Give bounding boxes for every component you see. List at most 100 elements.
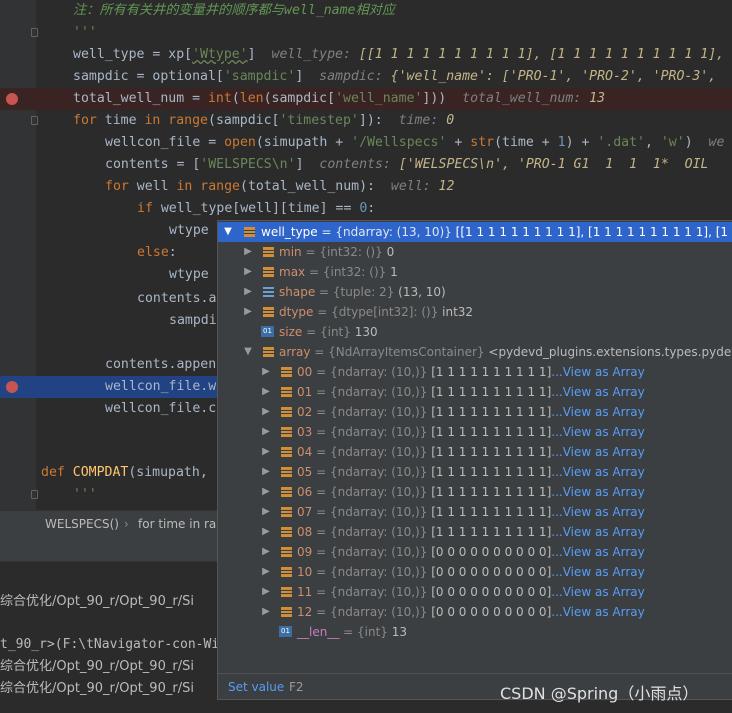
fold-icon[interactable] (31, 490, 38, 499)
array-item-row[interactable]: ▶ 04 = {ndarray: (10,)} [1 1 1 1 1 1 1 1 … (218, 442, 732, 462)
view-as-array-link[interactable]: ...View as Array (551, 485, 644, 499)
expand-arrow-icon[interactable]: ▶ (260, 362, 272, 382)
code-line-10[interactable]: if well_type[well][time] == 0: (0, 198, 732, 220)
view-as-array-link[interactable]: ...View as Array (551, 425, 644, 439)
array-icon (281, 387, 292, 397)
code-line-5[interactable]: total_well_num = int(len(sampdic['well_n… (0, 88, 732, 110)
console-line: 综合优化/Opt_90_r/Opt_90_r/Si (0, 594, 194, 609)
array-item-row[interactable]: ▶ 03 = {ndarray: (10,)} [1 1 1 1 1 1 1 1 … (218, 422, 732, 442)
code-line-3[interactable]: well_type = xp['Wtype'] well_type: [[1 1… (0, 44, 732, 66)
tree-row-text: 08 = {ndarray: (10,)} [1 1 1 1 1 1 1 1 1… (297, 525, 645, 539)
code-text: else: (137, 245, 177, 260)
array-icon (263, 267, 274, 277)
code-line-9[interactable]: for well in range(total_well_num): well:… (0, 176, 732, 198)
array-item-row[interactable]: ▶ 05 = {ndarray: (10,)} [1 1 1 1 1 1 1 1 … (218, 462, 732, 482)
tree-row-array[interactable]: ▼ array = {NdArrayItemsContainer} <pydev… (218, 342, 732, 362)
array-icon (281, 507, 292, 517)
tree-row-text: max = {int32: ()} 1 (279, 265, 398, 279)
tree-row-min[interactable]: ▶ min = {int32: ()} 0 (218, 242, 732, 262)
array-item-row[interactable]: ▶ 07 = {ndarray: (10,)} [1 1 1 1 1 1 1 1 … (218, 502, 732, 522)
expand-arrow-icon[interactable]: ▶ (260, 402, 272, 422)
view-as-array-link[interactable]: ...View as Array (551, 365, 644, 379)
expand-arrow-icon[interactable]: ▶ (260, 582, 272, 602)
array-icon (281, 447, 292, 457)
expand-arrow-icon[interactable]: ▶ (242, 262, 254, 282)
view-as-array-link[interactable]: ...View as Array (551, 445, 644, 459)
expand-arrow-icon[interactable]: ▼ (222, 222, 234, 242)
expand-arrow-icon[interactable]: ▶ (242, 282, 254, 302)
array-item-row[interactable]: ▶ 11 = {ndarray: (10,)} [0 0 0 0 0 0 0 0 … (218, 582, 732, 602)
code-line-6[interactable]: for time in range(sampdic['timestep']): … (0, 110, 732, 132)
tree-row-text: 11 = {ndarray: (10,)} [0 0 0 0 0 0 0 0 0… (297, 585, 645, 599)
breakpoint-icon[interactable] (6, 93, 18, 105)
tree-row-text: 02 = {ndarray: (10,)} [1 1 1 1 1 1 1 1 1… (297, 405, 645, 419)
set-value-shortcut: F2 (289, 680, 304, 694)
code-text: for time in range(sampdic['timestep']): … (73, 113, 455, 128)
view-as-array-link[interactable]: ...View as Array (551, 565, 644, 579)
expand-arrow-icon[interactable]: ▶ (242, 242, 254, 262)
code-text: contents.a (137, 291, 217, 306)
expand-arrow-icon[interactable]: ▶ (260, 522, 272, 542)
set-value-link[interactable]: Set value (228, 674, 284, 699)
expand-arrow-icon[interactable]: ▶ (260, 562, 272, 582)
array-item-row[interactable]: ▶ 01 = {ndarray: (10,)} [1 1 1 1 1 1 1 1 … (218, 382, 732, 402)
code-line-8[interactable]: contents = ['WELSPECS\n'] contents: ['WE… (0, 154, 732, 176)
array-item-row[interactable]: ▶ 00 = {ndarray: (10,)} [1 1 1 1 1 1 1 1 … (218, 362, 732, 382)
tree-row-text: 06 = {ndarray: (10,)} [1 1 1 1 1 1 1 1 1… (297, 485, 645, 499)
array-item-row[interactable]: ▶ 10 = {ndarray: (10,)} [0 0 0 0 0 0 0 0 … (218, 562, 732, 582)
breadcrumb-item-for-loop[interactable]: for time in ran (138, 511, 224, 537)
tree-row-shape[interactable]: ▶ shape = {tuple: 2} (13, 10) (218, 282, 732, 302)
array-icon (281, 567, 292, 577)
code-text: if well_type[well][time] == 0: (137, 201, 376, 216)
expand-arrow-icon[interactable]: ▶ (260, 422, 272, 442)
array-icon (263, 347, 274, 357)
tree-row-dtype[interactable]: ▶ dtype = {dtype[int32]: ()} int32 (218, 302, 732, 322)
tree-row-text: 12 = {ndarray: (10,)} [0 0 0 0 0 0 0 0 0… (297, 605, 645, 619)
expand-arrow-icon[interactable]: ▶ (260, 542, 272, 562)
array-item-row[interactable]: ▶ 08 = {ndarray: (10,)} [1 1 1 1 1 1 1 1 … (218, 522, 732, 542)
breadcrumb-separator: › (124, 517, 129, 531)
expand-arrow-icon[interactable]: ▶ (260, 462, 272, 482)
expand-arrow-icon[interactable]: ▶ (260, 442, 272, 462)
list-icon (263, 287, 274, 297)
view-as-array-link[interactable]: ...View as Array (551, 525, 644, 539)
array-icon (263, 247, 274, 257)
tree-row-max[interactable]: ▶ max = {int32: ()} 1 (218, 262, 732, 282)
tree-row-size[interactable]: 01 size = {int} 130 (218, 322, 732, 342)
expand-arrow-icon[interactable]: ▶ (242, 302, 254, 322)
expand-arrow-icon[interactable]: ▶ (260, 482, 272, 502)
array-item-row[interactable]: ▶ 06 = {ndarray: (10,)} [1 1 1 1 1 1 1 1 … (218, 482, 732, 502)
console-line: t_90_r>(F:\tNavigator-con-Wi (0, 637, 220, 652)
view-as-array-link[interactable]: ...View as Array (551, 505, 644, 519)
view-as-array-link[interactable]: ...View as Array (551, 605, 644, 619)
expand-arrow-icon[interactable]: ▼ (242, 342, 254, 362)
tree-row-text: 09 = {ndarray: (10,)} [0 0 0 0 0 0 0 0 0… (297, 545, 645, 559)
array-item-row[interactable]: ▶ 02 = {ndarray: (10,)} [1 1 1 1 1 1 1 1 … (218, 402, 732, 422)
expand-arrow-icon[interactable]: ▶ (260, 602, 272, 622)
console-line: 综合优化/Opt_90_r/Opt_90_r/Si (0, 681, 194, 696)
expand-arrow-icon[interactable]: ▶ (260, 502, 272, 522)
tree-row-len[interactable]: 01 __len__ = {int} 13 (218, 622, 732, 642)
code-line-7[interactable]: wellcon_file = open(simupath + '/Wellspe… (0, 132, 732, 154)
code-line-4[interactable]: sampdic = optional['sampdic'] sampdic: {… (0, 66, 732, 88)
array-item-row[interactable]: ▶ 12 = {ndarray: (10,)} [0 0 0 0 0 0 0 0 … (218, 602, 732, 622)
view-as-array-link[interactable]: ...View as Array (551, 465, 644, 479)
array-icon (281, 607, 292, 617)
variable-inspector-popup[interactable]: ▼ well_type = {ndarray: (13, 10)} [[1 1 … (217, 220, 732, 700)
fold-icon[interactable] (31, 116, 38, 125)
expand-arrow-icon[interactable]: ▶ (260, 382, 272, 402)
array-icon (281, 407, 292, 417)
view-as-array-link[interactable]: ...View as Array (551, 545, 644, 559)
fold-icon[interactable] (31, 28, 38, 37)
code-text: contents = ['WELSPECS\n'] contents: ['WE… (105, 157, 709, 172)
view-as-array-link[interactable]: ...View as Array (551, 385, 644, 399)
code-line-1[interactable]: 注：所有有关井的变量井的顺序都与well_name相对应 (0, 0, 732, 22)
view-as-array-link[interactable]: ...View as Array (551, 585, 644, 599)
code-text: sampdi (169, 313, 217, 328)
tree-row-well-type[interactable]: ▼ well_type = {ndarray: (13, 10)} [[1 1 … (218, 222, 732, 242)
code-line-2[interactable]: ''' (0, 22, 732, 44)
array-item-row[interactable]: ▶ 09 = {ndarray: (10,)} [0 0 0 0 0 0 0 0 … (218, 542, 732, 562)
breakpoint-icon[interactable] (6, 381, 18, 393)
breadcrumb-item-welspecs[interactable]: WELSPECS() (45, 511, 119, 537)
view-as-array-link[interactable]: ...View as Array (551, 405, 644, 419)
